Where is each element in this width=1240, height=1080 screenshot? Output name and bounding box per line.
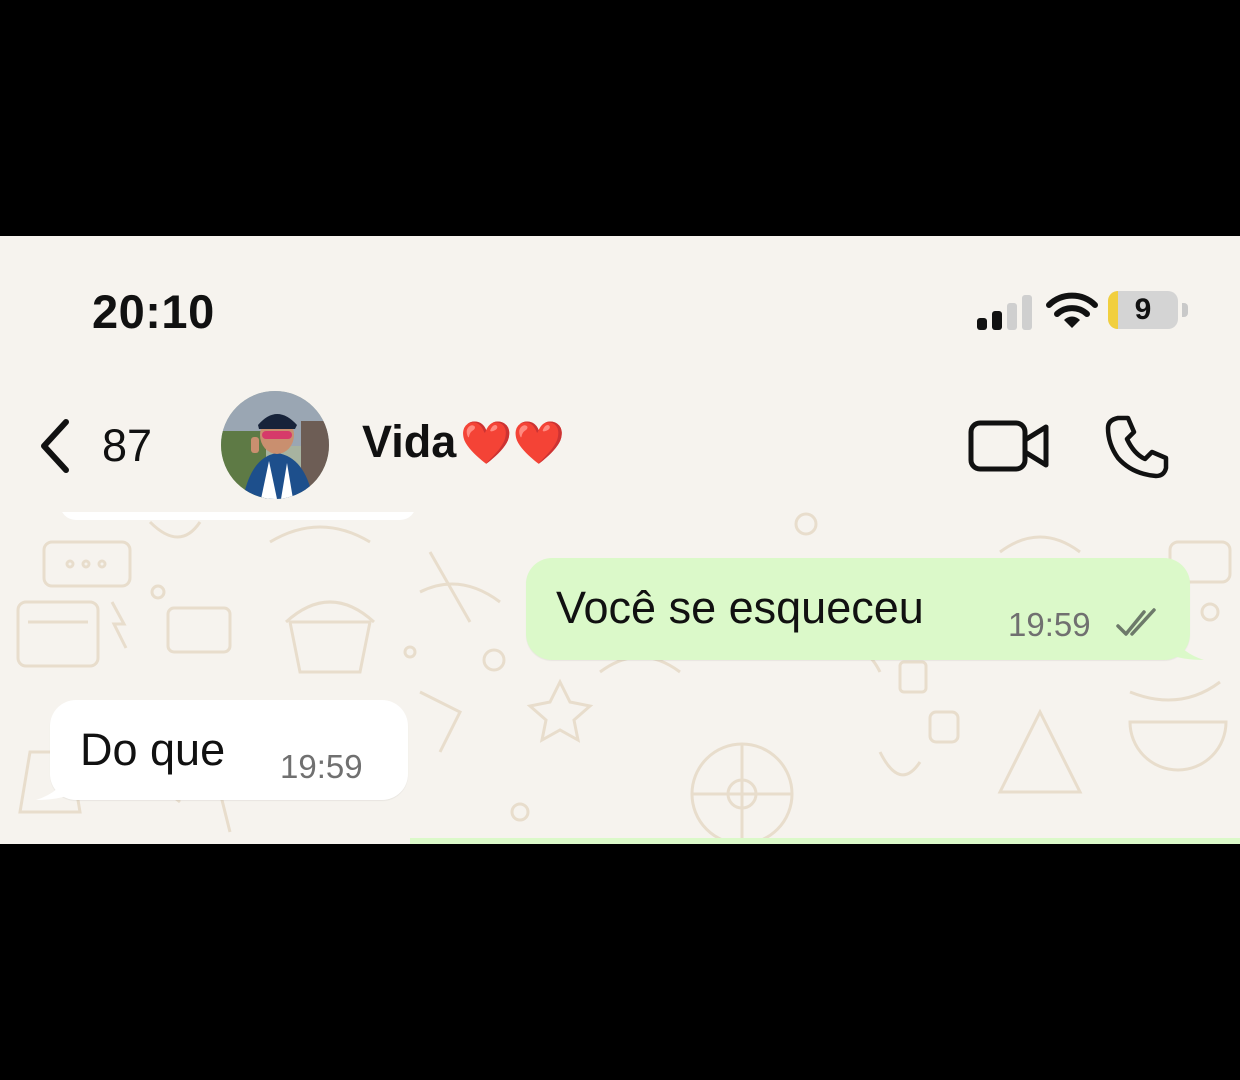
contact-name[interactable]: Vida❤️❤️ <box>362 416 565 468</box>
battery-indicator: 9 <box>1108 291 1178 329</box>
status-time: 20:10 <box>92 285 215 338</box>
voice-call-button[interactable] <box>1104 414 1170 480</box>
battery-nub <box>1182 303 1188 317</box>
message-list[interactable]: Você se esqueceu 19:59 Do que 19:59 <box>0 512 1240 844</box>
letterbox-bottom <box>0 844 1240 1080</box>
chevron-left-icon <box>41 419 69 473</box>
message-text: Você se esqueceu <box>556 582 924 633</box>
letterbox-top <box>0 0 1240 236</box>
outgoing-message-bubble[interactable]: Você se esqueceu 19:59 <box>526 558 1190 660</box>
previous-message-edge <box>60 512 416 520</box>
unread-count: 87 <box>102 420 153 471</box>
heart-emoji: ❤️❤️ <box>460 419 565 466</box>
chat-screen: 20:10 9 87 Vida❤️❤️ Você se esqueceu 19:… <box>0 236 1240 844</box>
status-bar: 20:10 9 <box>0 236 1240 376</box>
outgoing-bubble-tail <box>1168 628 1204 660</box>
incoming-bubble-tail <box>36 768 72 800</box>
video-call-button[interactable] <box>968 418 1050 474</box>
video-camera-icon <box>968 420 1049 472</box>
back-button[interactable]: 87 <box>34 416 152 476</box>
message-time: 19:59 <box>280 748 363 785</box>
cellular-signal-icon <box>977 295 1032 330</box>
battery-level: 9 <box>1134 293 1152 326</box>
contact-name-text: Vida <box>362 416 457 467</box>
message-time: 19:59 <box>1008 606 1091 643</box>
phone-icon <box>1105 415 1169 479</box>
double-check-icon <box>1116 608 1156 636</box>
wifi-icon <box>1046 292 1098 328</box>
avatar-photo <box>221 391 329 499</box>
chat-header: 87 Vida❤️❤️ <box>0 376 1240 512</box>
avatar[interactable] <box>221 391 329 499</box>
message-text: Do que <box>80 724 226 775</box>
incoming-message-bubble[interactable]: Do que 19:59 <box>50 700 408 800</box>
